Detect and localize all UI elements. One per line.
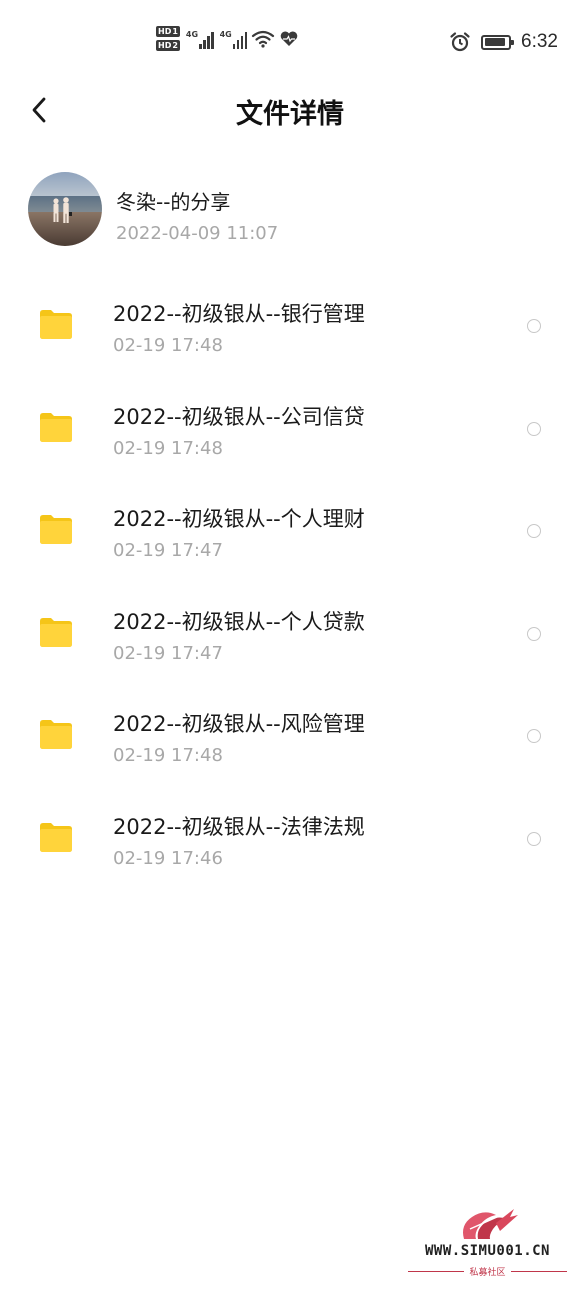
watermark-line-right [511,1271,567,1272]
signal-icon [232,29,248,49]
signal-2: 4G [220,29,248,49]
file-row[interactable]: 2022--初级银从--公司信贷 02-19 17:48 [0,381,580,484]
select-radio[interactable] [527,524,541,539]
signal-1: 4G [186,29,214,49]
watermark-site: WWW.SIMU001.CN [424,1243,550,1259]
share-owner: 冬染--的分享 2022-04-09 11:07 [28,172,548,248]
battery-fill [484,38,506,46]
watermark-logo-icon [463,1209,518,1239]
file-time: 02-19 17:47 [113,642,223,664]
file-time: 02-19 17:46 [113,847,223,869]
file-row[interactable]: 2022--初级银从--个人贷款 02-19 17:47 [0,586,580,689]
sim2-number: 2 [172,41,178,50]
file-name: 2022--初级银从--个人理财 [113,507,365,532]
folder-icon [40,720,72,750]
file-row[interactable]: 2022--初级银从--法律法规 02-19 17:46 [0,791,580,894]
file-name: 2022--初级银从--风险管理 [113,712,365,737]
sim2-hd-badge: HD 2 [156,40,180,51]
heart-icon [280,30,298,46]
file-time: 02-19 17:47 [113,540,223,562]
select-radio[interactable] [527,626,541,641]
page-title: 文件详情 [236,99,344,130]
share-time: 2022-04-09 11:07 [116,223,279,244]
file-name: 2022--初级银从--银行管理 [113,302,365,326]
file-row[interactable]: 2022--初级银从--风险管理 02-19 17:48 [0,688,580,791]
watermark: WWW.SIMU001.CN 私募社区 [400,1205,575,1283]
select-radio[interactable] [527,831,541,846]
sim1-number: 1 [172,27,178,36]
status-bar-right: 6:32 [449,31,558,53]
file-row[interactable]: 2022--初级银从--个人理财 02-19 17:47 [0,483,580,586]
signal-icon [199,29,214,49]
network-type-1: 4G [185,29,199,39]
owner-name: 冬染--的分享 [116,190,231,214]
wifi-icon [252,30,275,48]
network-type-2: 4G [219,29,232,39]
status-bar: HD 1 HD 2 4G 4G 6:32 [0,0,580,80]
folder-icon [40,412,72,442]
status-time: 6:32 [521,31,558,52]
sim2-hd-label: HD [158,41,172,50]
file-name: 2022--初级银从--法律法规 [113,814,365,839]
file-list: 2022--初级银从--银行管理 02-19 17:48 2022--初级银从-… [0,278,580,894]
select-radio[interactable] [527,319,541,333]
file-name: 2022--初级银从--个人贷款 [113,609,365,634]
select-radio[interactable] [527,421,541,436]
file-time: 02-19 17:48 [113,335,223,356]
battery-icon [481,34,515,50]
sim1-hd-badge: HD 1 [156,26,180,37]
status-bar-left: HD 1 HD 2 4G 4G [156,26,299,51]
file-time: 02-19 17:48 [113,437,223,459]
file-time: 02-19 17:48 [113,745,223,767]
avatar-image [28,172,102,246]
sim1-hd-label: HD [158,27,172,36]
folder-icon [40,310,72,339]
avatar[interactable] [28,172,102,246]
select-radio[interactable] [527,729,541,744]
header: 文件详情 [0,80,580,140]
sim-badges: HD 1 HD 2 [156,26,180,51]
alarm-icon [450,32,470,52]
folder-icon [40,515,72,545]
file-row[interactable]: 2022--初级银从--银行管理 02-19 17:48 [0,278,580,381]
folder-icon [40,822,72,852]
file-name: 2022--初级银从--公司信贷 [113,404,365,429]
folder-icon [40,617,72,647]
